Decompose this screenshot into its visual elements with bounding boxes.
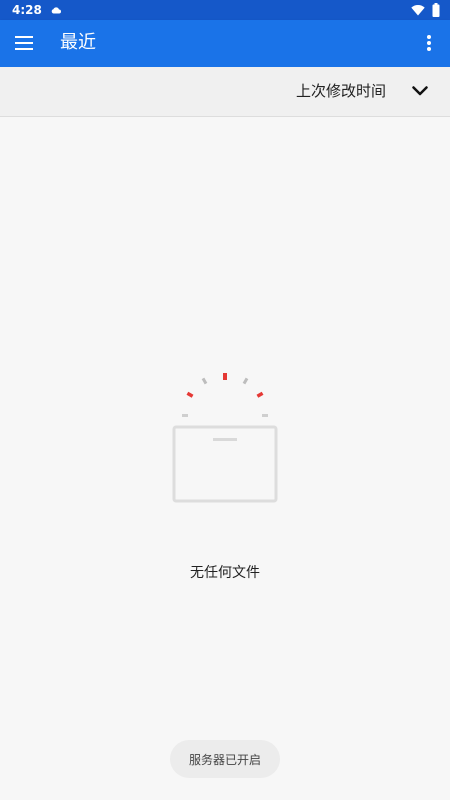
- status-bar: 4:28: [0, 0, 450, 20]
- app-bar: 最近: [0, 20, 450, 67]
- toast-message: 服务器已开启: [170, 740, 280, 778]
- battery-icon: [432, 3, 440, 17]
- empty-message: 无任何文件: [190, 565, 260, 581]
- more-vert-icon: [427, 35, 431, 51]
- status-time: 4:28: [12, 3, 42, 17]
- sort-label[interactable]: 上次修改时间: [296, 81, 386, 101]
- empty-box-icon: [172, 373, 278, 503]
- menu-button[interactable]: [11, 30, 37, 56]
- sort-toggle-button[interactable]: [408, 79, 432, 103]
- page-title: 最近: [60, 32, 96, 53]
- toast-text: 服务器已开启: [188, 752, 261, 767]
- wifi-icon: [411, 5, 425, 16]
- sort-bar: 上次修改时间: [0, 67, 450, 117]
- cloud-icon: [51, 7, 61, 14]
- chevron-down-icon: [412, 86, 428, 96]
- hamburger-menu-icon: [15, 36, 33, 50]
- status-icons: [411, 3, 440, 17]
- more-options-button[interactable]: [416, 30, 442, 56]
